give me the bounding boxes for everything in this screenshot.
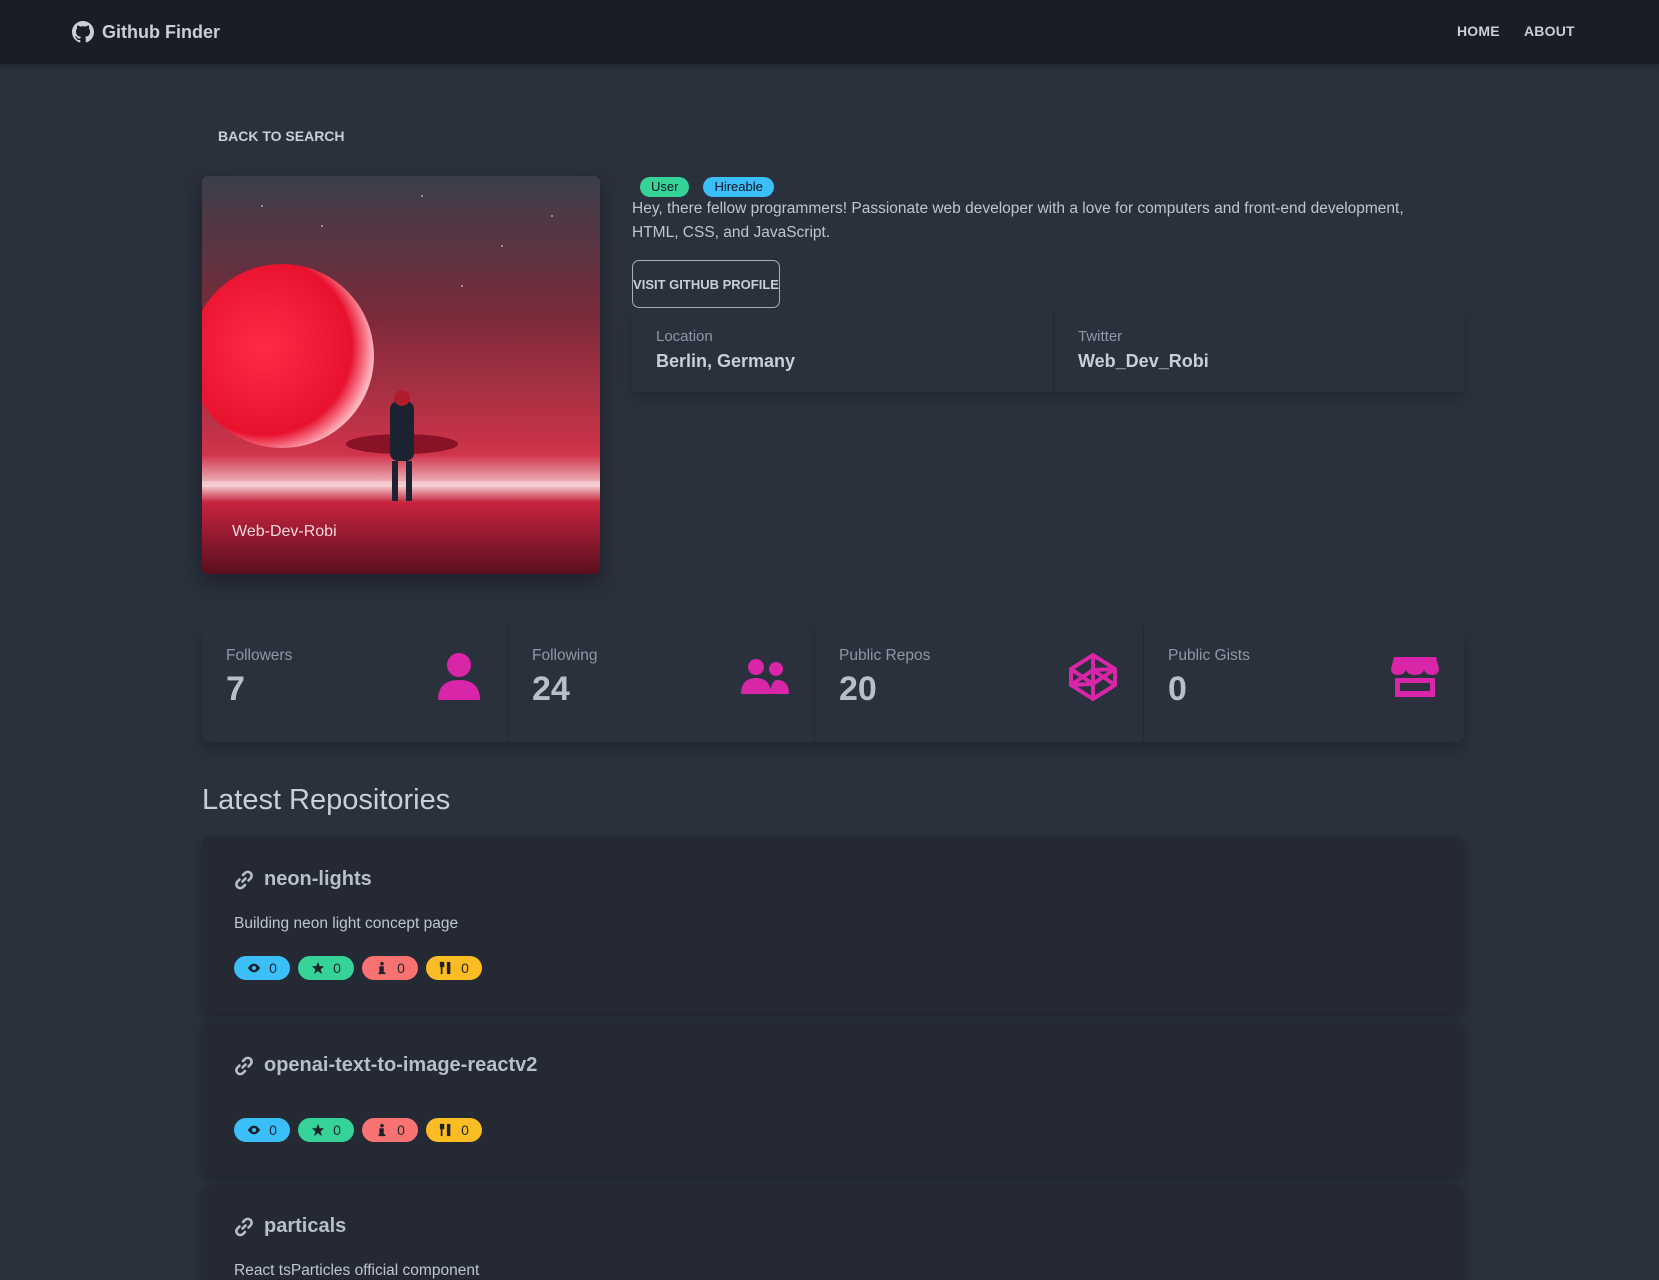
forks-badge: 0 xyxy=(426,1118,482,1142)
following-value: 24 xyxy=(532,670,570,708)
location-stat: Location Berlin, Germany xyxy=(656,310,1046,392)
link-icon xyxy=(235,870,253,889)
followers-stat: Followers 7 xyxy=(202,628,507,742)
location-value: Berlin, Germany xyxy=(656,351,796,371)
store-icon xyxy=(1391,657,1439,697)
brand[interactable]: Github Finder xyxy=(72,20,220,44)
following-label: Following xyxy=(532,647,598,664)
profile-bio: Hey, there fellow programmers! Passionat… xyxy=(632,200,1404,241)
profile-badges: User Hireable xyxy=(640,177,774,197)
user-counts: Followers 7 Following 24 Public Repos 20 xyxy=(202,628,1464,742)
repo-stats: 0 0 0 0 xyxy=(234,1118,482,1142)
nav-about[interactable]: ABOUT xyxy=(1524,23,1575,39)
eye-icon xyxy=(247,1125,261,1135)
repo-name[interactable]: particals xyxy=(264,1215,346,1238)
repo-description: React tsParticles official component xyxy=(234,1262,480,1279)
navbar: Github Finder HOME ABOUT xyxy=(0,0,1659,64)
issues-count: 0 xyxy=(397,960,405,976)
avatar-name: Web-Dev-Robi xyxy=(232,523,337,540)
info-icon xyxy=(378,1123,386,1137)
link-icon xyxy=(235,1056,253,1075)
watchers-count: 0 xyxy=(269,960,277,976)
public-gists-value: 0 xyxy=(1168,670,1187,708)
public-repos-label: Public Repos xyxy=(839,647,931,664)
repo-stats: 0 0 0 0 xyxy=(234,956,482,980)
user-badge: User xyxy=(640,177,690,197)
utensils-icon xyxy=(439,1123,451,1137)
forks-badge: 0 xyxy=(426,956,482,980)
public-repos-value: 20 xyxy=(839,670,877,708)
codepen-icon xyxy=(1069,653,1117,701)
location-label: Location xyxy=(656,328,713,345)
repo-card: openai-text-to-image-reactv2 0 0 0 0 xyxy=(202,1022,1464,1175)
watchers-count: 0 xyxy=(269,1122,277,1138)
star-icon xyxy=(311,1123,325,1137)
repo-description: Building neon light concept page xyxy=(234,915,459,932)
utensils-icon xyxy=(439,961,451,975)
user-icon xyxy=(438,653,480,700)
github-icon xyxy=(72,21,94,43)
repo-card: neon-lights Building neon light concept … xyxy=(202,836,1464,1013)
twitter-value[interactable]: Web_Dev_Robi xyxy=(1078,351,1209,372)
stars-count: 0 xyxy=(333,1122,341,1138)
watchers-badge: 0 xyxy=(234,1118,290,1142)
users-icon xyxy=(741,659,789,694)
repo-name[interactable]: neon-lights xyxy=(264,868,372,891)
visit-github-profile-button[interactable]: VISIT GITHUB PROFILE xyxy=(632,260,780,308)
forks-count: 0 xyxy=(461,1122,469,1138)
public-repos-stat: Public Repos 20 xyxy=(815,628,1143,742)
following-stat: Following 24 xyxy=(508,628,814,742)
stars-count: 0 xyxy=(333,960,341,976)
repo-title[interactable]: openai-text-to-image-reactv2 xyxy=(234,1054,537,1077)
nav-home[interactable]: HOME xyxy=(1457,23,1500,39)
link-icon xyxy=(235,1217,253,1236)
repo-card: particals React tsParticles official com… xyxy=(202,1184,1464,1279)
profile-info-stats: Location Berlin, Germany Twitter Web_Dev… xyxy=(632,310,1464,392)
avatar: Web-Dev-Robi xyxy=(202,176,600,574)
latest-repositories-title: Latest Repositories xyxy=(202,784,451,816)
hireable-badge: Hireable xyxy=(703,177,774,197)
issues-badge: 0 xyxy=(362,956,418,980)
followers-label: Followers xyxy=(226,647,293,664)
avatar-image xyxy=(202,176,600,574)
public-gists-stat: Public Gists 0 xyxy=(1144,628,1464,742)
issues-count: 0 xyxy=(397,1122,405,1138)
issues-badge: 0 xyxy=(362,1118,418,1142)
stat-divider xyxy=(1053,310,1054,392)
twitter-stat: Twitter Web_Dev_Robi xyxy=(1078,310,1458,392)
stars-badge: 0 xyxy=(298,956,354,980)
forks-count: 0 xyxy=(461,960,469,976)
twitter-label: Twitter xyxy=(1078,328,1123,345)
repo-title[interactable]: particals xyxy=(234,1215,346,1238)
star-icon xyxy=(311,961,325,975)
repo-name[interactable]: openai-text-to-image-reactv2 xyxy=(264,1054,537,1077)
brand-label: Github Finder xyxy=(102,21,220,42)
eye-icon xyxy=(247,963,261,973)
repo-title[interactable]: neon-lights xyxy=(234,868,372,891)
info-icon xyxy=(378,961,386,975)
public-gists-label: Public Gists xyxy=(1168,647,1250,664)
stars-badge: 0 xyxy=(298,1118,354,1142)
followers-value: 7 xyxy=(226,670,245,708)
watchers-badge: 0 xyxy=(234,956,290,980)
back-to-search-link[interactable]: BACK TO SEARCH xyxy=(218,128,345,144)
